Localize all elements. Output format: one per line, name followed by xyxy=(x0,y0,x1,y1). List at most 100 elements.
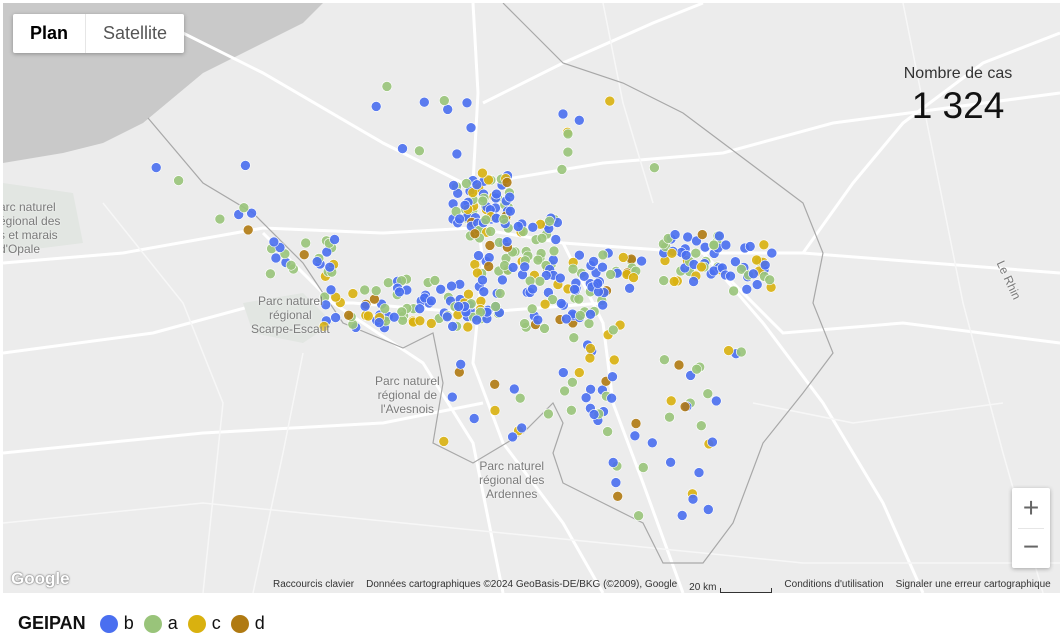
case-marker[interactable] xyxy=(556,164,568,175)
case-marker[interactable] xyxy=(702,504,714,515)
legend-item-c[interactable]: c xyxy=(187,613,221,634)
case-marker[interactable] xyxy=(696,261,707,273)
case-marker[interactable] xyxy=(669,229,681,240)
case-marker[interactable] xyxy=(462,321,474,333)
case-marker[interactable] xyxy=(585,343,596,354)
case-marker[interactable] xyxy=(597,299,609,311)
case-marker[interactable] xyxy=(494,288,506,299)
zoom-out-button[interactable]: − xyxy=(1012,529,1050,568)
case-marker[interactable] xyxy=(646,437,658,449)
case-marker[interactable] xyxy=(507,431,518,443)
case-marker[interactable] xyxy=(485,226,496,237)
case-marker[interactable] xyxy=(534,275,546,287)
case-marker[interactable] xyxy=(548,245,560,257)
case-marker[interactable] xyxy=(673,359,685,371)
case-marker[interactable] xyxy=(766,247,778,259)
case-marker[interactable] xyxy=(544,215,555,227)
case-marker[interactable] xyxy=(584,352,596,364)
case-marker[interactable] xyxy=(504,205,516,217)
case-marker[interactable] xyxy=(484,240,496,251)
case-marker[interactable] xyxy=(370,285,382,297)
case-marker[interactable] xyxy=(710,395,722,407)
case-marker[interactable] xyxy=(573,115,585,126)
case-marker[interactable] xyxy=(527,222,539,233)
case-marker[interactable] xyxy=(617,252,629,263)
case-marker[interactable] xyxy=(630,418,642,429)
case-marker[interactable] xyxy=(569,283,580,295)
case-marker[interactable] xyxy=(735,346,747,358)
case-marker[interactable] xyxy=(588,256,599,267)
case-marker[interactable] xyxy=(751,279,763,290)
case-marker[interactable] xyxy=(394,286,405,298)
case-marker[interactable] xyxy=(597,261,608,273)
case-marker[interactable] xyxy=(751,254,762,266)
case-marker[interactable] xyxy=(329,234,340,245)
case-marker[interactable] xyxy=(300,237,312,249)
case-marker[interactable] xyxy=(536,233,548,244)
case-marker[interactable] xyxy=(311,256,323,267)
case-marker[interactable] xyxy=(633,510,644,522)
plan-button[interactable]: Plan xyxy=(13,14,87,53)
case-marker[interactable] xyxy=(370,101,382,112)
case-marker[interactable] xyxy=(238,202,250,213)
case-marker[interactable] xyxy=(659,354,670,366)
case-marker[interactable] xyxy=(764,274,776,286)
case-marker[interactable] xyxy=(580,392,592,404)
case-marker[interactable] xyxy=(708,239,720,251)
case-marker[interactable] xyxy=(573,293,585,305)
case-marker[interactable] xyxy=(504,191,516,203)
report-error-link[interactable]: Signaler une erreur cartographique xyxy=(896,579,1051,593)
case-marker[interactable] xyxy=(512,221,524,232)
case-marker[interactable] xyxy=(679,401,691,413)
case-marker[interactable] xyxy=(435,283,447,295)
case-marker[interactable] xyxy=(455,358,467,370)
case-marker[interactable] xyxy=(489,378,501,390)
case-marker[interactable] xyxy=(446,280,457,292)
case-marker[interactable] xyxy=(562,146,574,158)
case-marker[interactable] xyxy=(612,490,624,502)
case-marker[interactable] xyxy=(379,303,391,314)
case-marker[interactable] xyxy=(567,376,578,388)
case-marker[interactable] xyxy=(707,436,718,448)
satellite-button[interactable]: Satellite xyxy=(86,14,184,53)
case-marker[interactable] xyxy=(557,108,569,120)
legend-item-b[interactable]: b xyxy=(99,613,134,634)
case-marker[interactable] xyxy=(741,283,753,295)
case-marker[interactable] xyxy=(508,383,520,395)
case-marker[interactable] xyxy=(381,81,393,92)
case-marker[interactable] xyxy=(658,275,670,286)
case-marker[interactable] xyxy=(330,312,341,323)
case-marker[interactable] xyxy=(324,261,336,273)
case-marker[interactable] xyxy=(214,213,226,225)
case-marker[interactable] xyxy=(560,313,572,325)
case-marker[interactable] xyxy=(150,162,162,173)
case-marker[interactable] xyxy=(592,278,604,289)
case-marker[interactable] xyxy=(720,239,732,251)
case-marker[interactable] xyxy=(665,395,677,407)
case-marker[interactable] xyxy=(568,332,580,344)
case-marker[interactable] xyxy=(557,367,569,378)
case-marker[interactable] xyxy=(461,97,473,109)
case-marker[interactable] xyxy=(240,160,251,171)
case-marker[interactable] xyxy=(414,145,425,157)
case-marker[interactable] xyxy=(532,314,544,326)
case-marker[interactable] xyxy=(573,367,585,378)
case-marker[interactable] xyxy=(429,275,441,286)
google-logo[interactable]: Google xyxy=(11,569,70,589)
legend-item-a[interactable]: a xyxy=(143,613,178,634)
case-marker[interactable] xyxy=(606,392,617,404)
case-marker[interactable] xyxy=(583,318,595,329)
case-marker[interactable] xyxy=(539,298,551,310)
case-marker[interactable] xyxy=(723,345,734,356)
case-marker[interactable] xyxy=(471,314,483,326)
case-marker[interactable] xyxy=(489,405,501,416)
case-marker[interactable] xyxy=(649,162,660,173)
case-marker[interactable] xyxy=(497,274,508,286)
case-marker[interactable] xyxy=(468,413,480,424)
case-marker[interactable] xyxy=(607,324,619,336)
case-marker[interactable] xyxy=(514,392,526,404)
case-marker[interactable] xyxy=(285,259,297,271)
case-marker[interactable] xyxy=(696,229,708,240)
case-marker[interactable] xyxy=(242,224,254,236)
case-marker[interactable] xyxy=(567,263,579,275)
